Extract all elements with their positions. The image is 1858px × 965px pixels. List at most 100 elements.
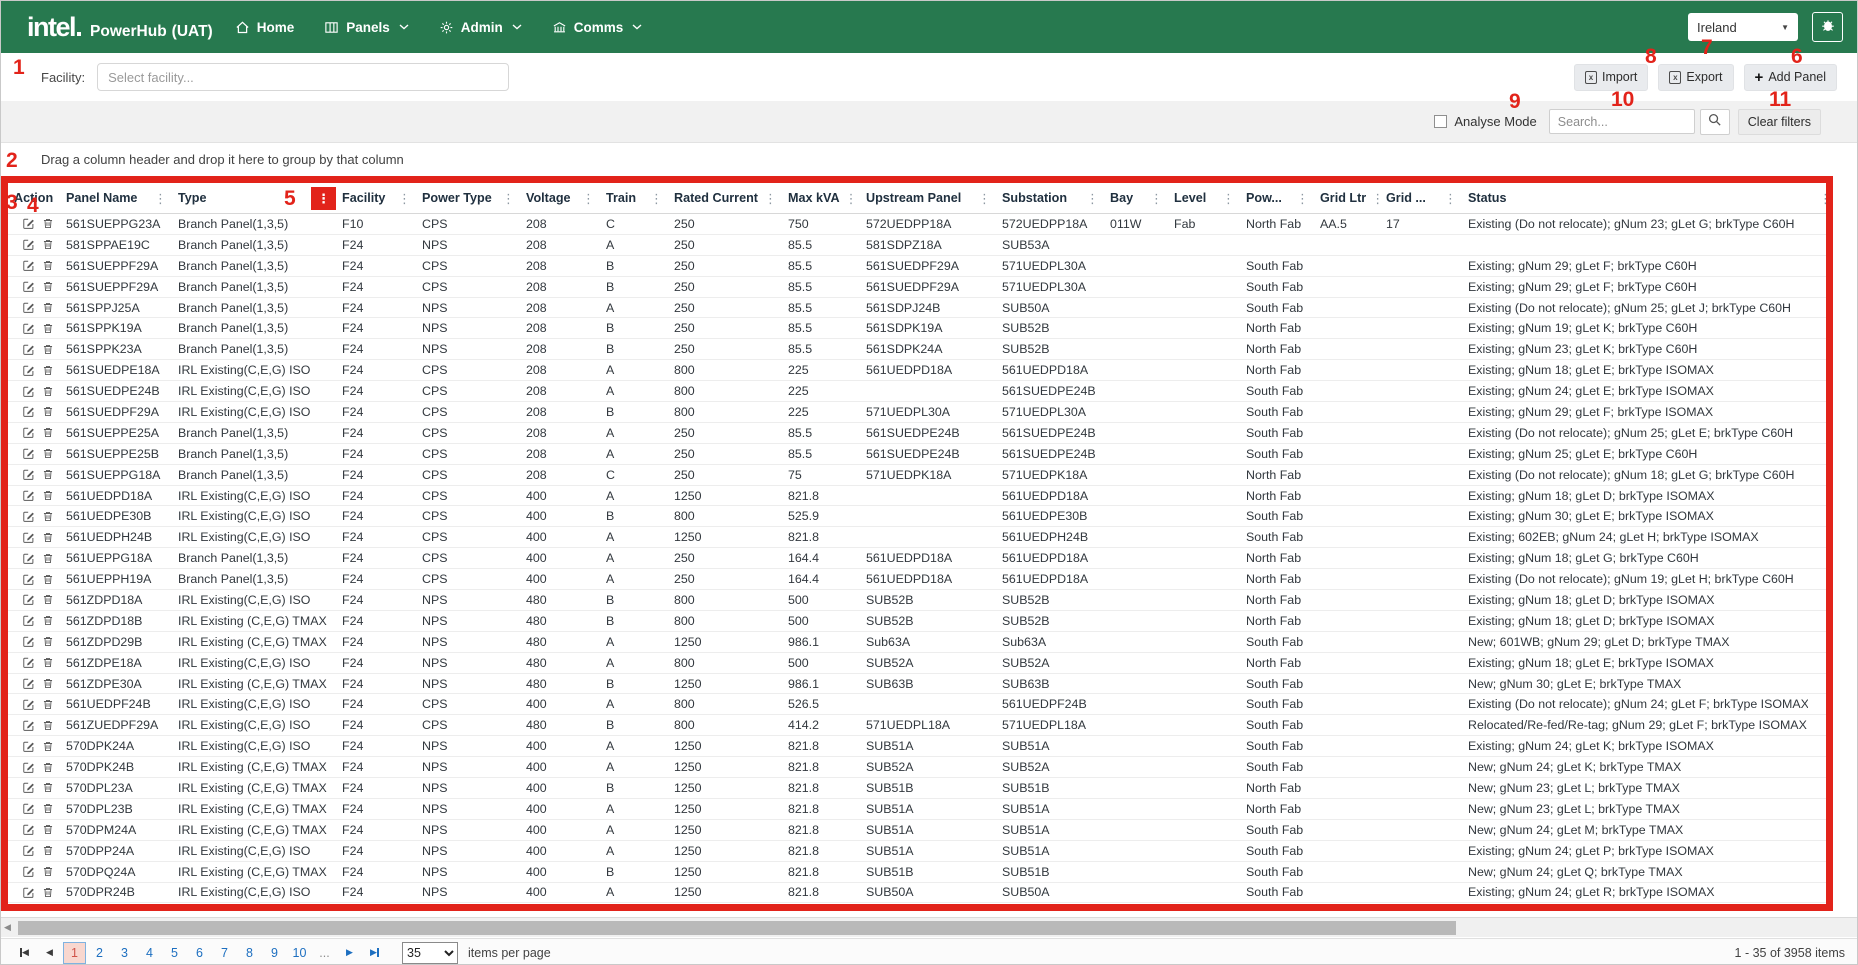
column-menu-icon[interactable]: ⋮ bbox=[311, 187, 336, 210]
delete-icon[interactable] bbox=[42, 698, 54, 711]
group-by-bar[interactable]: Drag a column header and drop it here to… bbox=[1, 143, 1858, 176]
delete-icon[interactable] bbox=[42, 468, 54, 481]
pager-ellipsis[interactable]: ... bbox=[313, 942, 336, 964]
edit-icon[interactable] bbox=[22, 238, 35, 251]
delete-icon[interactable] bbox=[42, 405, 54, 418]
previous-page-button[interactable]: ◀ bbox=[38, 942, 61, 964]
table-row[interactable]: 561UEDPH24BIRL Existing(C,E,G) ISOF24CPS… bbox=[8, 527, 1826, 548]
table-row[interactable]: 570DPK24AIRL Existing(C,E,G) ISOF24NPS40… bbox=[8, 736, 1826, 757]
facility-select-input[interactable] bbox=[97, 63, 509, 91]
page-button-4[interactable]: 4 bbox=[138, 942, 161, 964]
delete-icon[interactable] bbox=[42, 781, 54, 794]
edit-icon[interactable] bbox=[22, 510, 35, 523]
edit-icon[interactable] bbox=[22, 844, 35, 857]
table-row[interactable]: 581SPPAE19CBranch Panel(1,3,5)F24NPS208A… bbox=[8, 235, 1826, 256]
search-button[interactable] bbox=[1700, 109, 1730, 135]
delete-icon[interactable] bbox=[42, 385, 54, 398]
delete-icon[interactable] bbox=[42, 217, 54, 230]
edit-icon[interactable] bbox=[22, 614, 35, 627]
column-header-label[interactable]: Type bbox=[178, 191, 206, 205]
table-row[interactable]: 561UEDPD18AIRL Existing(C,E,G) ISOF24CPS… bbox=[8, 486, 1826, 507]
column-header-label[interactable]: Substation bbox=[1002, 191, 1067, 205]
delete-icon[interactable] bbox=[42, 573, 54, 586]
edit-icon[interactable] bbox=[22, 677, 35, 690]
table-row[interactable]: 570DPP24AIRL Existing(C,E,G) ISOF24NPS40… bbox=[8, 841, 1826, 862]
column-menu-icon[interactable]: ⋮ bbox=[645, 192, 668, 205]
debug-button[interactable] bbox=[1812, 12, 1843, 42]
page-button-8[interactable]: 8 bbox=[238, 942, 261, 964]
delete-icon[interactable] bbox=[42, 886, 54, 899]
table-row[interactable]: 561SUEPPG18ABranch Panel(1,3,5)F24CPS208… bbox=[8, 465, 1826, 486]
delete-icon[interactable] bbox=[42, 238, 54, 251]
table-row[interactable]: 570DPM24AIRL Existing (C,E,G) TMAXF24NPS… bbox=[8, 820, 1826, 841]
edit-icon[interactable] bbox=[22, 781, 35, 794]
delete-icon[interactable] bbox=[42, 364, 54, 377]
column-menu-icon[interactable]: ⋮ bbox=[973, 192, 996, 205]
delete-icon[interactable] bbox=[42, 531, 54, 544]
export-button[interactable]: x Export bbox=[1658, 64, 1733, 91]
next-page-button[interactable]: ▶ bbox=[338, 942, 361, 964]
delete-icon[interactable] bbox=[42, 593, 54, 606]
delete-icon[interactable] bbox=[42, 510, 54, 523]
table-row[interactable]: 561SUEDPE24BIRL Existing(C,E,G) ISOF24CP… bbox=[8, 381, 1826, 402]
column-header-label[interactable]: Facility bbox=[342, 191, 385, 205]
column-header-label[interactable]: Status bbox=[1468, 191, 1507, 205]
page-button-10[interactable]: 10 bbox=[288, 942, 311, 964]
delete-icon[interactable] bbox=[42, 301, 54, 314]
edit-icon[interactable] bbox=[22, 552, 35, 565]
column-menu-icon[interactable]: ⋮ bbox=[759, 192, 782, 205]
delete-icon[interactable] bbox=[42, 447, 54, 460]
table-row[interactable]: 561ZDPD18AIRL Existing(C,E,G) ISOF24NPS4… bbox=[8, 590, 1826, 611]
edit-icon[interactable] bbox=[22, 385, 35, 398]
edit-icon[interactable] bbox=[22, 531, 35, 544]
delete-icon[interactable] bbox=[42, 343, 54, 356]
table-row[interactable]: 561ZDPE18AIRL Existing(C,E,G) ISOF24NPS4… bbox=[8, 653, 1826, 674]
page-button-2[interactable]: 2 bbox=[88, 942, 111, 964]
column-menu-icon[interactable]: ⋮ bbox=[577, 192, 600, 205]
column-menu-icon[interactable]: ⋮ bbox=[149, 192, 172, 205]
delete-icon[interactable] bbox=[42, 280, 54, 293]
column-menu-icon[interactable]: ⋮ bbox=[840, 192, 860, 205]
column-menu-icon[interactable]: ⋮ bbox=[497, 192, 520, 205]
edit-icon[interactable] bbox=[22, 656, 35, 669]
delete-icon[interactable] bbox=[42, 635, 54, 648]
column-menu-icon[interactable]: ⋮ bbox=[1814, 192, 1826, 205]
delete-icon[interactable] bbox=[42, 489, 54, 502]
edit-icon[interactable] bbox=[22, 823, 35, 836]
scroll-left-arrow-icon[interactable]: ◀ bbox=[4, 922, 11, 933]
column-header-label[interactable]: Panel Name bbox=[66, 191, 137, 205]
edit-icon[interactable] bbox=[22, 886, 35, 899]
delete-icon[interactable] bbox=[42, 552, 54, 565]
edit-icon[interactable] bbox=[22, 280, 35, 293]
table-row[interactable]: 561UEPPH19ABranch Panel(1,3,5)F24CPS400A… bbox=[8, 569, 1826, 590]
edit-icon[interactable] bbox=[22, 593, 35, 606]
column-header-label[interactable]: Voltage bbox=[526, 191, 571, 205]
table-row[interactable]: 570DPK24BIRL Existing (C,E,G) TMAXF24NPS… bbox=[8, 757, 1826, 778]
delete-icon[interactable] bbox=[42, 259, 54, 272]
page-button-5[interactable]: 5 bbox=[163, 942, 186, 964]
edit-icon[interactable] bbox=[22, 343, 35, 356]
edit-icon[interactable] bbox=[22, 468, 35, 481]
table-row[interactable]: 561SPPK23ABranch Panel(1,3,5)F24NPS208B2… bbox=[8, 339, 1826, 360]
column-menu-icon[interactable]: ⋮ bbox=[1081, 192, 1104, 205]
page-button-9[interactable]: 9 bbox=[263, 942, 286, 964]
clear-filters-button[interactable]: Clear filters bbox=[1738, 109, 1821, 135]
table-row[interactable]: 561ZDPE30AIRL Existing (C,E,G) TMAXF24NP… bbox=[8, 674, 1826, 695]
column-header-label[interactable]: Max kVA bbox=[788, 191, 840, 205]
edit-icon[interactable] bbox=[22, 489, 35, 502]
table-row[interactable]: 561UEDPF24BIRL Existing(C,E,G) ISOF24CPS… bbox=[8, 694, 1826, 715]
edit-icon[interactable] bbox=[22, 259, 35, 272]
column-header-label[interactable]: Train bbox=[606, 191, 636, 205]
table-row[interactable]: 561SUEDPF29AIRL Existing(C,E,G) ISOF24CP… bbox=[8, 402, 1826, 423]
delete-icon[interactable] bbox=[42, 719, 54, 732]
column-header-label[interactable]: Level bbox=[1174, 191, 1206, 205]
edit-icon[interactable] bbox=[22, 426, 35, 439]
page-button-3[interactable]: 3 bbox=[113, 942, 136, 964]
edit-icon[interactable] bbox=[22, 865, 35, 878]
edit-icon[interactable] bbox=[22, 698, 35, 711]
table-row[interactable]: 561ZDPD18BIRL Existing (C,E,G) TMAXF24NP… bbox=[8, 611, 1826, 632]
edit-icon[interactable] bbox=[22, 301, 35, 314]
delete-icon[interactable] bbox=[42, 740, 54, 753]
table-row[interactable]: 561SUEPPF29ABranch Panel(1,3,5)F24CPS208… bbox=[8, 256, 1826, 277]
first-page-button[interactable]: ◀ bbox=[13, 942, 36, 964]
